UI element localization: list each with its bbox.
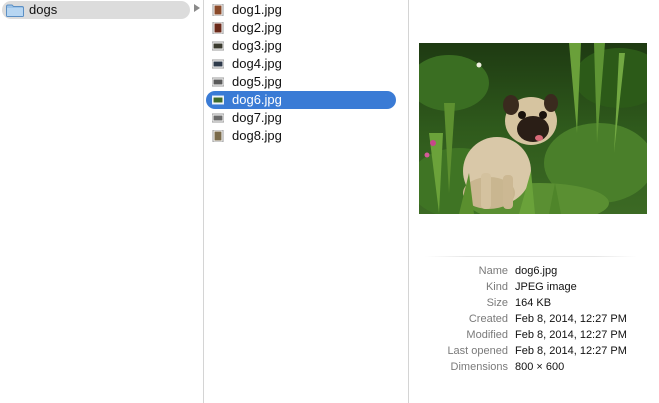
info-value: 800 × 600 [515, 361, 565, 373]
info-row-kind: Kind JPEG image [409, 279, 659, 295]
file-label: dog1.jpg [232, 2, 282, 17]
jpeg-thumbnail-icon [212, 41, 224, 51]
jpeg-thumbnail-icon [212, 95, 224, 105]
file-item[interactable]: dog4.jpg [206, 55, 396, 73]
info-value: JPEG image [515, 281, 577, 293]
folder-icon [6, 4, 24, 17]
file-item[interactable]: dog2.jpg [206, 19, 396, 37]
finder-column-1: dogs [0, 0, 204, 403]
info-row-name: Name dog6.jpg [409, 263, 659, 279]
info-row-modified: Modified Feb 8, 2014, 12:27 PM [409, 327, 659, 343]
info-divider [425, 256, 637, 257]
jpeg-thumbnail-icon [212, 4, 224, 16]
info-value: Feb 8, 2014, 12:27 PM [515, 313, 627, 325]
file-item[interactable]: dog5.jpg [206, 73, 396, 91]
info-value: 164 KB [515, 297, 552, 309]
info-key: Modified [466, 329, 508, 341]
jpeg-thumbnail-icon [212, 22, 224, 34]
file-item[interactable]: dog7.jpg [206, 109, 396, 127]
file-label: dog5.jpg [232, 74, 282, 89]
info-key: Kind [485, 281, 508, 293]
info-row-dimensions: Dimensions 800 × 600 [409, 359, 659, 375]
info-key: Created [468, 313, 508, 325]
file-item[interactable]: dog1.jpg [206, 1, 396, 19]
jpeg-thumbnail-icon [212, 77, 224, 87]
file-item[interactable]: dog8.jpg [206, 127, 396, 145]
jpeg-thumbnail-icon [212, 59, 224, 69]
jpeg-thumbnail-icon [212, 113, 224, 123]
folder-label: dogs [29, 2, 58, 17]
file-label: dog2.jpg [232, 20, 282, 35]
info-value: Feb 8, 2014, 12:27 PM [515, 329, 627, 341]
info-row-last-opened: Last opened Feb 8, 2014, 12:27 PM [409, 343, 659, 359]
info-row-size: Size 164 KB [409, 295, 659, 311]
folder-item-dogs[interactable]: dogs [2, 1, 190, 19]
file-label: dog8.jpg [232, 128, 282, 143]
info-value: dog6.jpg [515, 265, 558, 277]
finder-column-2: dog1.jpg dog2.jpg dog3.jpg dog4.jpg dog5… [204, 0, 409, 403]
info-key: Name [478, 265, 508, 277]
file-label: dog3.jpg [232, 38, 282, 53]
file-item-selected[interactable]: dog6.jpg [206, 91, 396, 109]
info-key: Last opened [447, 345, 508, 357]
info-key: Dimensions [450, 361, 508, 373]
file-item[interactable]: dog3.jpg [206, 37, 396, 55]
info-value: Feb 8, 2014, 12:27 PM [515, 345, 627, 357]
preview-image [419, 43, 647, 214]
file-label: dog4.jpg [232, 56, 282, 71]
file-label: dog7.jpg [232, 110, 282, 125]
file-label: dog6.jpg [232, 92, 282, 107]
info-key: Size [486, 297, 508, 309]
info-row-created: Created Feb 8, 2014, 12:27 PM [409, 311, 659, 327]
disclosure-triangle-icon[interactable] [193, 3, 201, 13]
jpeg-thumbnail-icon [212, 130, 224, 142]
preview-pane: Name dog6.jpg Kind JPEG image Size 164 K… [409, 0, 659, 403]
